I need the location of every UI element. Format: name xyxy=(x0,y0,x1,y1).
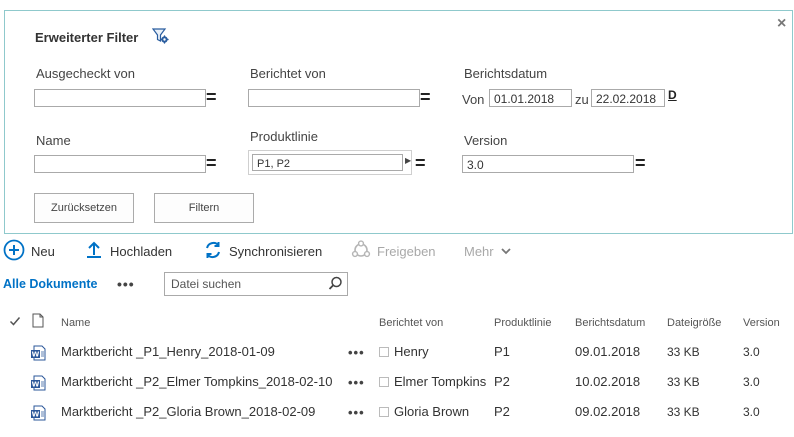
row-berichtet-text: Elmer Tompkins xyxy=(394,374,487,389)
row-name[interactable]: Marktbericht _P2_Gloria Brown_2018-02-09 xyxy=(61,404,315,419)
row-berichtsdatum: 09.02.2018 xyxy=(575,404,641,419)
row-berichtet-text: Henry xyxy=(394,344,429,359)
row-berichtet-text: Gloria Brown xyxy=(394,404,470,419)
date-picker-icon[interactable]: D xyxy=(668,88,677,102)
select-all-checkmark-icon[interactable] xyxy=(9,315,21,330)
row-dateigroesse: 33 KB xyxy=(667,375,700,389)
row-berichtet: Henry xyxy=(379,344,429,359)
person-checkbox xyxy=(379,377,389,387)
filter-title: Erweiterter Filter xyxy=(35,30,139,45)
equals-sign: = xyxy=(635,153,646,173)
search-icon[interactable] xyxy=(328,276,343,294)
row-dateigroesse: 33 KB xyxy=(667,345,700,359)
view-more-ellipsis[interactable]: ••• xyxy=(117,276,135,292)
datum-von-input[interactable]: 01.01.2018 xyxy=(489,89,572,107)
von-label: Von xyxy=(462,92,485,107)
sync-button[interactable]: Synchronisieren xyxy=(203,240,322,262)
header-version[interactable]: Version xyxy=(743,317,780,329)
row-produktlinie: P2 xyxy=(494,374,510,389)
datum-zu-input[interactable]: 22.02.2018 xyxy=(591,89,665,107)
more-button[interactable]: Mehr xyxy=(464,240,512,262)
svg-text:W: W xyxy=(32,351,40,359)
word-doc-icon: W xyxy=(30,375,46,394)
svg-text:W: W xyxy=(32,411,40,419)
sync-icon xyxy=(203,240,223,263)
share-button[interactable]: Freigeben xyxy=(351,239,436,263)
produktlinie-value: P1, P2 xyxy=(252,154,403,171)
equals-sign: = xyxy=(206,87,217,107)
row-more-ellipsis[interactable]: ••• xyxy=(348,345,365,360)
header-berichtsdatum[interactable]: Berichtsdatum xyxy=(575,317,645,329)
name-input[interactable] xyxy=(34,155,206,173)
header-berichtet-von[interactable]: Berichtet von xyxy=(379,317,443,329)
person-checkbox xyxy=(379,347,389,357)
share-label: Freigeben xyxy=(377,243,436,259)
person-checkbox xyxy=(379,407,389,417)
version-input[interactable]: 3.0 xyxy=(462,155,634,173)
row-berichtsdatum: 10.02.2018 xyxy=(575,374,641,389)
row-version: 3.0 xyxy=(743,405,760,419)
upload-label: Hochladen xyxy=(110,243,173,259)
row-name[interactable]: Marktbericht _P1_Henry_2018-01-09 xyxy=(61,344,275,359)
produktlinie-select[interactable]: P1, P2 ▶ xyxy=(248,150,412,175)
row-name[interactable]: Marktbericht _P2_Elmer Tompkins_2018-02-… xyxy=(61,374,332,389)
share-icon xyxy=(351,239,371,263)
upload-button[interactable]: Hochladen xyxy=(84,240,172,262)
word-doc-icon: W xyxy=(30,345,46,364)
search-input[interactable]: Datei suchen xyxy=(164,272,348,296)
new-button[interactable]: Neu xyxy=(3,239,55,264)
chevron-right-icon: ▶ xyxy=(405,156,412,165)
equals-sign: = xyxy=(206,153,217,173)
row-berichtsdatum: 09.01.2018 xyxy=(575,344,641,359)
berichtet-von-input[interactable] xyxy=(248,89,420,107)
label-version: Version xyxy=(464,133,508,148)
label-name: Name xyxy=(36,133,71,148)
row-produktlinie: P1 xyxy=(494,344,510,359)
label-produktlinie: Produktlinie xyxy=(250,129,318,144)
row-produktlinie: P2 xyxy=(494,404,510,419)
filter-button[interactable]: Filtern xyxy=(154,193,254,223)
filter-gear-icon xyxy=(151,27,170,48)
row-berichtet: Gloria Brown xyxy=(379,404,469,419)
row-version: 3.0 xyxy=(743,375,760,389)
view-all-documents[interactable]: Alle Dokumente xyxy=(3,277,97,291)
header-name[interactable]: Name xyxy=(61,317,90,329)
advanced-filter-panel: × Erweiterter Filter Ausgecheckt von = B… xyxy=(4,10,793,234)
row-dateigroesse: 33 KB xyxy=(667,405,700,419)
chevron-down-icon xyxy=(500,244,512,259)
sync-label: Synchronisieren xyxy=(229,243,323,259)
header-dateigroesse[interactable]: Dateigröße xyxy=(667,317,721,329)
equals-sign: = xyxy=(420,87,431,107)
label-ausgecheckt-von: Ausgecheckt von xyxy=(36,66,136,81)
ausgecheckt-von-input[interactable] xyxy=(34,89,206,107)
file-type-icon xyxy=(32,313,44,331)
reset-button[interactable]: Zurücksetzen xyxy=(34,193,134,223)
row-berichtet: Elmer Tompkins xyxy=(379,374,486,389)
equals-sign: = xyxy=(415,153,426,173)
svg-text:W: W xyxy=(32,381,40,389)
upload-arrow-icon xyxy=(84,240,104,263)
row-more-ellipsis[interactable]: ••• xyxy=(348,375,365,390)
header-produktlinie[interactable]: Produktlinie xyxy=(494,317,551,329)
label-berichtet-von: Berichtet von xyxy=(250,66,326,81)
close-icon[interactable]: × xyxy=(777,16,786,32)
label-berichtsdatum: Berichtsdatum xyxy=(464,66,548,81)
more-label: Mehr xyxy=(464,243,494,259)
plus-circle-icon xyxy=(3,239,25,264)
row-version: 3.0 xyxy=(743,345,760,359)
row-more-ellipsis[interactable]: ••• xyxy=(348,405,365,420)
zu-label: zu xyxy=(575,92,589,107)
word-doc-icon: W xyxy=(30,405,46,424)
new-label: Neu xyxy=(31,243,55,259)
